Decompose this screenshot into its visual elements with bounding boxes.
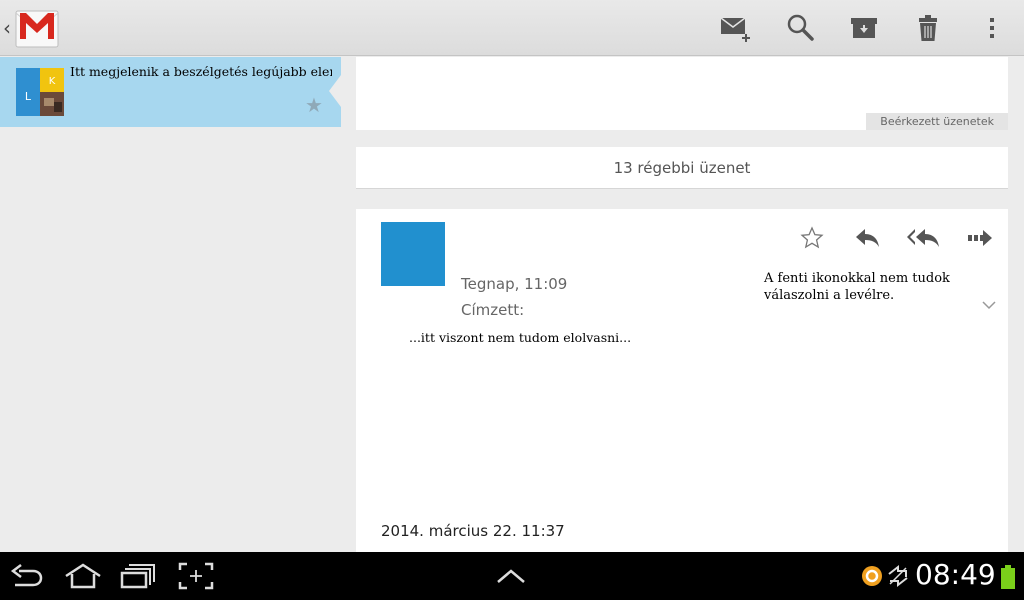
chevron-down-icon[interactable] <box>981 295 997 314</box>
search-icon[interactable] <box>784 12 816 44</box>
battery-icon <box>1001 565 1015 589</box>
conversation-view: Beérkezett üzenetek 13 régebbi üzenet Te… <box>341 57 1024 552</box>
conversation-list-item[interactable]: L K Itt megjelenik a beszélgetés legújab… <box>0 57 341 127</box>
message-body: ...itt viszont nem tudom elolvasni... <box>409 330 632 345</box>
gmail-logo-icon[interactable] <box>15 7 59 49</box>
svg-text:K: K <box>49 76 56 87</box>
folder-label[interactable]: Beérkezett üzenetek <box>866 113 1008 130</box>
svg-text:L: L <box>25 90 32 103</box>
sender-avatar[interactable] <box>381 222 445 286</box>
conversation-list: L K Itt megjelenik a beszélgetés legújab… <box>0 57 341 552</box>
screenshot-icon[interactable] <box>177 560 215 592</box>
action-bar: ‹ <box>0 0 1024 56</box>
recipient-label: Címzett: <box>461 301 525 319</box>
chevron-up-icon[interactable] <box>494 560 528 592</box>
conversation-snippet: Itt megjelenik a beszélgetés legújabb el… <box>70 64 332 79</box>
message-time: Tegnap, 11:09 <box>461 275 568 293</box>
notification-icon[interactable] <box>860 560 884 592</box>
up-caret-icon[interactable]: ‹ <box>3 16 11 40</box>
overflow-menu-icon[interactable] <box>976 12 1008 44</box>
compose-icon[interactable] <box>720 12 752 44</box>
status-clock: 08:49 <box>915 558 996 591</box>
contact-avatar-group: L K <box>16 68 64 116</box>
selection-notch <box>329 75 341 107</box>
annotation-note: A fenti ikonokkal nem tudok válaszolni a… <box>764 271 950 303</box>
message-date: 2014. március 22. 11:37 <box>381 522 565 540</box>
older-messages-button[interactable]: 13 régebbi üzenet <box>356 147 1008 189</box>
previous-message-card: Beérkezett üzenetek <box>356 57 1008 130</box>
home-icon[interactable] <box>62 560 104 592</box>
recent-apps-icon[interactable] <box>118 560 158 592</box>
back-icon[interactable] <box>8 560 46 592</box>
reply-icon[interactable] <box>853 223 883 253</box>
star-icon[interactable] <box>799 223 825 253</box>
message-card: Tegnap, 11:09 Címzett: ...itt viszont ne… <box>356 209 1008 552</box>
forward-icon[interactable] <box>965 223 995 253</box>
delete-icon[interactable] <box>912 12 944 44</box>
sync-icon <box>885 560 911 592</box>
star-icon[interactable]: ★ <box>305 93 323 117</box>
archive-icon[interactable] <box>848 12 880 44</box>
reply-all-icon[interactable] <box>905 223 943 253</box>
system-bar: 08:49 <box>0 552 1024 600</box>
